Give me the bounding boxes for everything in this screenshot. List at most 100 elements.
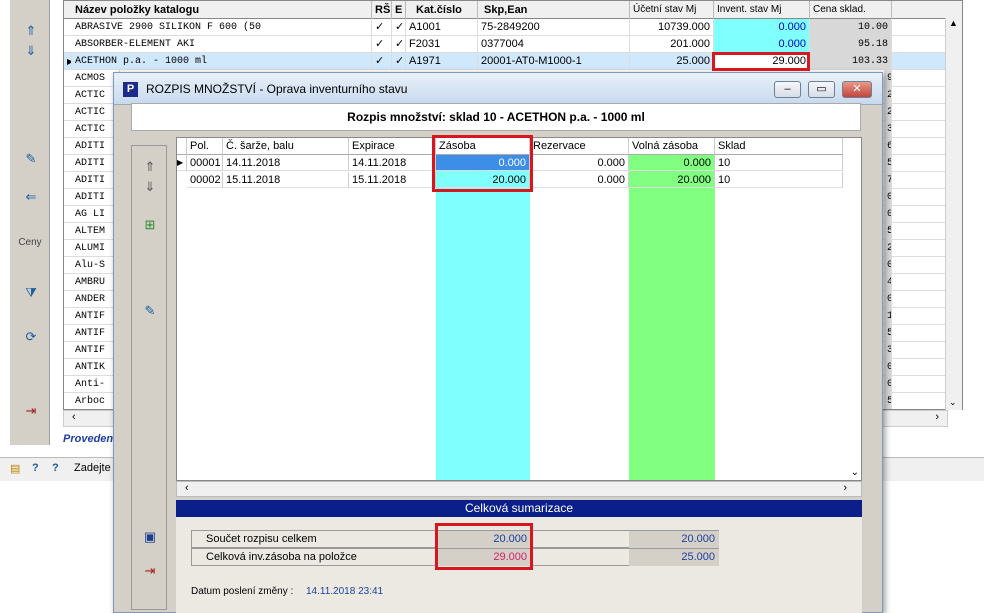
close-button[interactable]: ✕ [842,81,872,98]
close-icon: ✕ [852,83,862,95]
arrow-down-icon[interactable]: ⇓ [20,42,42,60]
cell-expirace: 15.11.2018 [349,172,436,188]
lot-row[interactable]: 00002 15.11.2018 15.11.2018 20.000 0.000 20.0… [177,172,843,189]
cell-kat: A1971 [406,53,478,70]
save-icon[interactable]: ▣ [140,528,160,546]
cell-name: ABSORBER-ELEMENT AKI [72,36,372,53]
cell-rezervace: 0.000 [530,172,629,188]
rozpis-dialog: P ROZPIS MNOŽSTVÍ - Oprava inventurního … [113,72,883,613]
left-toolbar: ⇑ ⇓ ✎ ⇐ Ceny ⧩ ⟳ ⇥ [10,0,50,445]
summary-value-2: 25.000 [629,549,719,566]
cell-kat: A1001 [406,19,478,36]
cell-rs: ✓ [372,53,392,70]
table-row[interactable]: ABRASIVE 2900 SILIKON F 600 (50 ✓ ✓ A1001 75… [64,19,954,36]
row-marker-icon: ▶ [177,155,187,171]
col-zasoba[interactable]: Zásoba [436,138,530,155]
scroll-up-icon[interactable]: ▲ [949,18,958,28]
summary-value: 20.000 [437,531,531,548]
col-expirace[interactable]: Expirace [349,138,436,155]
col-name[interactable]: Název položky katalogu [72,1,372,19]
cell-cena: 5 [884,155,892,172]
table-row[interactable]: ABSORBER-ELEMENT AKI ✓ ✓ F2031 0377004 201.00… [64,36,954,53]
cell-cena: 10.00 [810,19,892,36]
minimize-icon: – [784,83,791,95]
lot-grid-hscroll[interactable]: ‹ › [176,481,862,497]
cell-expirace: 14.11.2018 [349,155,436,171]
last-change-value: 14.11.2018 23:41 [306,586,384,597]
cell-e: ✓ [392,36,406,53]
cell-cena: 0 [884,189,892,206]
scroll-down-icon[interactable]: ⌄ [949,397,957,408]
minimize-button[interactable]: – [774,81,801,98]
col-cena[interactable]: Cena sklad. [810,1,892,19]
cell-cena: 9 [884,70,892,87]
cell-rs: ✓ [372,19,392,36]
maximize-button[interactable]: ▭ [808,81,835,98]
bottom-folder-icon[interactable]: ▤ [10,462,20,475]
dialog-title: ROZPIS MNOŽSTVÍ - Oprava inventurního st… [146,82,408,96]
col-e[interactable]: E [392,1,406,19]
cell-name: ACETHON p.a. - 1000 ml [72,53,372,70]
row-marker-icon: ▶ [64,53,72,70]
import-icon[interactable]: ⇐ [20,188,42,206]
cell-pol: 00002 [187,172,223,188]
summary-label: Celková inv.zásoba na položce [206,551,357,563]
cell-name: ABRASIVE 2900 SILIKON F 600 (50 [72,19,372,36]
grid-corner [177,138,187,155]
edit-icon[interactable]: ✎ [20,150,42,168]
col-rs[interactable]: RŠ [372,1,392,19]
help-icon[interactable]: ? [32,462,39,474]
dialog-titlebar[interactable]: P ROZPIS MNOŽSTVÍ - Oprava inventurního … [114,73,882,105]
filter-icon[interactable]: ⧩ [20,284,42,302]
col-sklad[interactable]: Sklad [715,138,843,155]
summary-value-2: 20.000 [629,531,719,548]
col-ean[interactable]: Skp,Ean [478,1,630,19]
cell-cena: 7 [884,172,892,189]
cell-cena: 3 [884,342,892,359]
exit-icon[interactable]: ⇥ [20,402,42,420]
table-row[interactable]: ACETHON p.a. - 1000 ml ✓ ✓ A1971 20001-AT0-M… [64,53,954,70]
col-sarze[interactable]: Č. šarže, balu [223,138,349,155]
cell-cena: 5 [884,325,892,342]
edit-row-icon[interactable]: ✎ [140,302,160,320]
summary-row: Součet rozpisu celkem 20.000 20.000 [191,530,719,548]
summary-title: Celková sumarizace [176,500,862,517]
cell-cena: 0 [884,359,892,376]
cell-zasoba[interactable]: 0.000 [436,155,530,171]
summary-panel: Součet rozpisu celkem 20.000 20.000 Celk… [176,517,862,613]
summary-label: Součet rozpisu celkem [206,533,317,545]
grid-scroll-down-icon[interactable]: ⌄ [851,467,859,478]
cell-rs: ✓ [372,36,392,53]
col-volna[interactable]: Volná zásoba [629,138,715,155]
cell-ean: 0377004 [478,36,630,53]
col-ucet[interactable]: Účetní stav Mj [630,1,714,19]
cell-zasoba[interactable]: 20.000 [436,172,530,188]
arrow-up-icon[interactable]: ⇑ [20,22,42,40]
col-invent[interactable]: Invent. stav Mj [714,1,810,19]
cell-invent: 29.000 [714,53,810,70]
exit-dialog-icon[interactable]: ⇥ [140,562,160,580]
col-kat[interactable]: Kat.číslo [406,1,478,19]
prices-label[interactable]: Ceny [12,234,48,252]
help-context-icon[interactable]: ? [52,462,59,474]
grid-scroll-left-icon[interactable]: ‹ [185,482,189,494]
scroll-left-icon[interactable]: ‹ [72,411,76,423]
row-down-icon[interactable]: ⇓ [140,178,160,196]
col-rezervace[interactable]: Rezervace [530,138,629,155]
lot-row[interactable]: ▶ 00001 14.11.2018 14.11.2018 0.000 0.000 0.00… [177,155,843,172]
row-up-icon[interactable]: ⇑ [140,158,160,176]
grid-scroll-right-icon[interactable]: › [843,482,847,494]
cell-cena: 2 [884,104,892,121]
cell-cena: 0 [884,291,892,308]
col-pol[interactable]: Pol. [187,138,223,155]
app-icon: P [123,82,138,97]
catalog-vertical-scrollbar[interactable]: ▲ ⌄ [945,18,962,410]
add-row-icon[interactable]: ⊞ [140,216,160,234]
scroll-right-icon[interactable]: › [935,411,939,423]
cell-volna: 0.000 [629,155,715,171]
refresh-icon[interactable]: ⟳ [20,328,42,346]
last-change-label: Datum poslení změny : [191,586,294,597]
cell-cena: 5 [884,223,892,240]
cell-kat: F2031 [406,36,478,53]
cell-ucet: 201.000 [630,36,714,53]
